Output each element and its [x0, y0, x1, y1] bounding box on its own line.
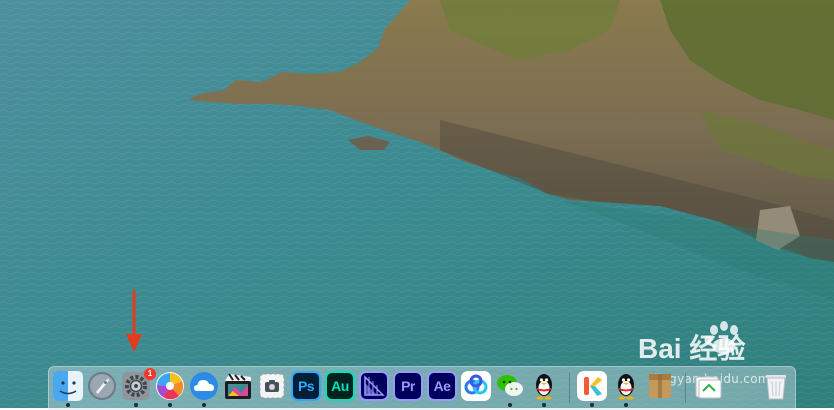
annotation-arrow [126, 290, 142, 352]
dock-launchpad[interactable] [87, 371, 117, 401]
dock-divider [685, 373, 686, 403]
running-indicator [134, 403, 138, 407]
dock-baidu-netdisk[interactable] [461, 371, 491, 401]
wechat-bubbles-icon [497, 375, 523, 396]
dock-qq-2[interactable] [611, 371, 641, 407]
watermark-logo-text: Bai 经验 [638, 332, 745, 364]
penguin-icon [536, 374, 552, 400]
dock-archive-utility[interactable] [645, 371, 675, 401]
running-indicator [202, 403, 206, 407]
k-app-icon [584, 377, 602, 396]
downloads-stack-icon [695, 376, 722, 399]
photoshop-icon-label: Ps [297, 378, 315, 394]
dock-media-encoder[interactable] [359, 371, 389, 401]
dock-divider [569, 373, 570, 403]
pinwheel-icon [156, 372, 184, 400]
cloud-rings-icon [464, 374, 488, 395]
finder-icon [53, 371, 83, 401]
launchpad-rocket-icon [88, 372, 116, 400]
penguin-icon [618, 374, 634, 400]
running-indicator [624, 403, 628, 407]
dock-audition[interactable]: Au [325, 371, 355, 401]
cloud-icon [190, 372, 218, 400]
box-icon [649, 374, 671, 398]
trash-icon [766, 375, 786, 400]
dock-finder[interactable] [53, 371, 83, 407]
dock: 1 Ps Au Pr Ae [48, 366, 796, 410]
clapperboard-icon [225, 373, 251, 399]
running-indicator [66, 403, 70, 407]
dock-qq[interactable] [529, 371, 559, 407]
dock-after-effects[interactable]: Ae [427, 371, 457, 401]
audition-icon-label: Au [331, 378, 349, 394]
dock-photoshop[interactable]: Ps [291, 371, 321, 401]
dock-cloud-app[interactable] [189, 371, 219, 407]
running-indicator [590, 403, 594, 407]
dock-pinwheel-app[interactable] [155, 371, 185, 407]
dock-screenshot[interactable] [257, 371, 287, 401]
dock-wechat[interactable] [495, 371, 525, 407]
dock-downloads-stack[interactable] [693, 371, 723, 401]
running-indicator [508, 403, 512, 407]
premiere-icon-label: Pr [401, 378, 415, 394]
running-indicator [542, 403, 546, 407]
dock-final-cut-pro[interactable] [223, 371, 253, 401]
camera-icon [259, 373, 285, 399]
dock-system-preferences[interactable]: 1 [121, 368, 156, 407]
dock-premiere-pro[interactable]: Pr [393, 371, 423, 401]
running-indicator [168, 403, 172, 407]
dock-k-app[interactable] [577, 371, 607, 407]
media-encoder-icon [364, 375, 385, 396]
dock-trash[interactable] [761, 371, 791, 401]
after-effects-icon-label: Ae [433, 378, 451, 394]
